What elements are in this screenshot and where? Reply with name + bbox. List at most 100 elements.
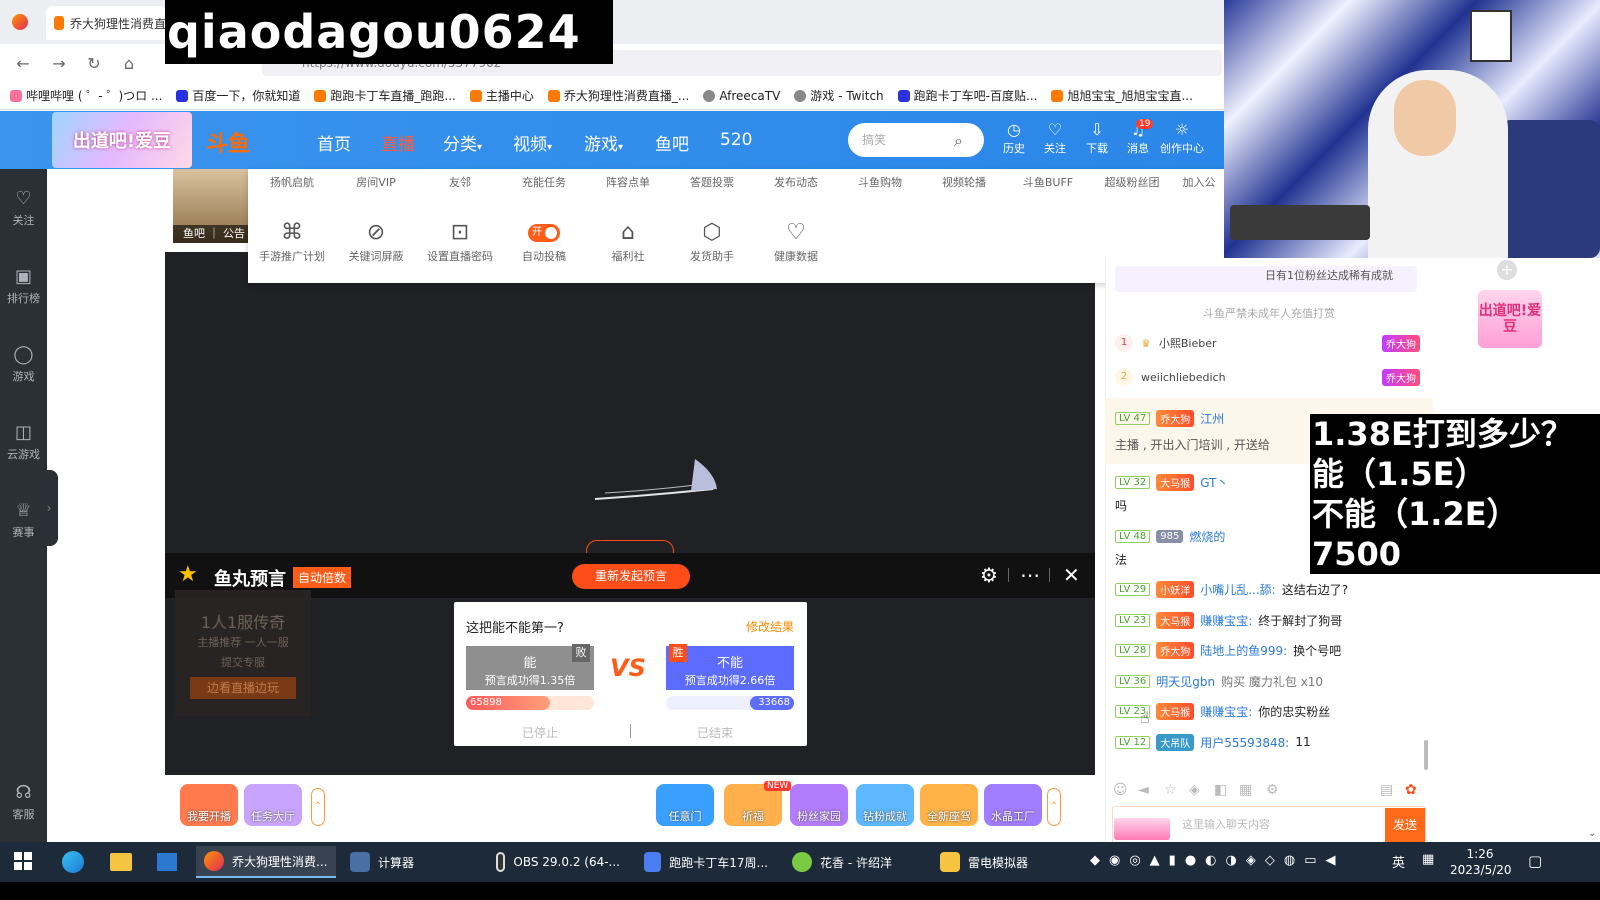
download-button[interactable]: ⇩ 下载 bbox=[1077, 120, 1117, 156]
username[interactable]: 江州 bbox=[1200, 410, 1224, 427]
tool-item[interactable]: 超级粉丝团 bbox=[1090, 174, 1174, 190]
chat-message[interactable]: LV 29 小妖洋 小嘴儿乱...舔: 这结右边了? bbox=[1115, 579, 1435, 599]
username[interactable]: 明天见gbn bbox=[1156, 673, 1215, 690]
any-door-button[interactable]: 任意门 bbox=[656, 784, 714, 826]
sidebar-item-cloud-game[interactable]: ◫ 云游戏 bbox=[0, 422, 47, 462]
back-arrow-icon[interactable]: ← bbox=[12, 52, 34, 74]
tool-mobile-promo[interactable]: ⌘ 手游推广计划 bbox=[250, 218, 334, 264]
tool-welfare[interactable]: ⌂ 福利社 bbox=[586, 218, 670, 264]
search-icon[interactable]: ⌕ bbox=[954, 131, 963, 151]
activity-logo[interactable]: 出道吧!爱豆 bbox=[1478, 290, 1542, 348]
file-explorer-icon[interactable] bbox=[110, 853, 132, 871]
scroll-down-icon[interactable]: ⌄ bbox=[1588, 828, 1596, 839]
header-banner[interactable]: 出道吧!爱豆 bbox=[52, 112, 192, 168]
bookmark-item[interactable]: AfreecaTV bbox=[703, 89, 780, 103]
bookmark-item[interactable]: 哔哩哔哩 ( ゜- ゜)つロ ... bbox=[10, 87, 162, 104]
diamond-achievement-button[interactable]: 钻粉成就 bbox=[856, 784, 914, 826]
home-icon[interactable]: ⌂ bbox=[118, 52, 140, 74]
chat-message[interactable]: LV 23 大马猴 赚赚宝宝: 终于解封了狗哥 bbox=[1115, 610, 1435, 630]
windows-start-icon[interactable] bbox=[14, 852, 32, 870]
username[interactable]: 燃烧的 bbox=[1189, 528, 1225, 545]
nav-category[interactable]: 分类▾ bbox=[443, 130, 482, 155]
edge-icon[interactable] bbox=[62, 851, 84, 873]
start-live-button[interactable]: 我要开播 bbox=[180, 784, 238, 826]
bookmark-item[interactable]: 跑跑卡丁车直播_跑跑... bbox=[314, 87, 456, 104]
fan-badge-selector[interactable] bbox=[1114, 818, 1170, 840]
chat-scrollbar[interactable] bbox=[1424, 740, 1428, 770]
star-icon[interactable]: ☆ bbox=[1164, 782, 1177, 798]
sidebar-expand-button[interactable]: › bbox=[40, 470, 58, 546]
settings-icon[interactable]: ⚙ bbox=[1266, 782, 1279, 798]
chat-message[interactable]: LV 36 明天见gbn 购买 魔力礼包 x10 bbox=[1115, 671, 1435, 691]
crystal-factory-button[interactable]: 水晶工厂 bbox=[984, 784, 1042, 826]
reissue-prediction-button[interactable]: 重新发起预言 bbox=[572, 564, 690, 589]
filter-icon[interactable]: ▤ bbox=[1380, 782, 1393, 798]
fan-home-button[interactable]: 粉丝家园 bbox=[790, 784, 848, 826]
taskbar-firefox[interactable]: 乔大狗理性消费... bbox=[196, 846, 336, 878]
bookmark-item[interactable]: 主播中心 bbox=[469, 87, 534, 104]
taskbar-ldplayer[interactable]: 雷电模拟器 bbox=[932, 846, 1072, 878]
sidebar-item-games[interactable]: ◯ 游戏 bbox=[0, 344, 47, 384]
nav-live[interactable]: 直播 bbox=[381, 130, 415, 155]
auto-upload-toggle[interactable]: 开 bbox=[528, 224, 560, 242]
username[interactable]: 小嘴儿乱...舔: bbox=[1200, 581, 1276, 598]
notification-icon[interactable]: ▢ bbox=[1528, 852, 1542, 870]
username[interactable]: 赚赚宝宝: bbox=[1200, 612, 1252, 629]
nav-video[interactable]: 视频▾ bbox=[513, 130, 552, 155]
sidebar-item-ranking[interactable]: ▣ 排行榜 bbox=[0, 266, 47, 306]
rank-row[interactable]: 1 ♛ 小熙Bieber 乔大狗 bbox=[1115, 331, 1420, 355]
manage-icon[interactable]: ◧ bbox=[1214, 782, 1227, 798]
rank-row[interactable]: 2 weiichliebedich 乔大狗 bbox=[1115, 365, 1420, 389]
bookmark-item[interactable]: 跑跑卡丁车吧-百度贴... bbox=[897, 87, 1037, 104]
new-mount-button[interactable]: 全新座驾 bbox=[920, 784, 978, 826]
bookmark-item[interactable]: 百度一下，你就知道 bbox=[176, 87, 300, 104]
browser-tab-active[interactable]: 乔大狗理性消费直 bbox=[46, 6, 166, 40]
taskbar-clock[interactable]: 1:26 2023/5/20 bbox=[1450, 846, 1512, 878]
tool-item[interactable]: 斗鱼购物 bbox=[838, 174, 922, 190]
bookmark-item[interactable]: 乔大狗理性消费直播_... bbox=[547, 87, 689, 104]
gift-icon[interactable]: ✿ bbox=[1405, 782, 1417, 798]
hot-icon[interactable]: ▦ bbox=[1239, 782, 1252, 798]
taskbar-calculator[interactable]: 计算器 bbox=[342, 846, 482, 878]
history-button[interactable]: ◷ 历史 bbox=[994, 120, 1034, 156]
forward-arrow-icon[interactable]: → bbox=[48, 52, 70, 74]
tool-item[interactable]: 答题投票 bbox=[670, 174, 754, 190]
ad-play-button[interactable]: 边看直播边玩 bbox=[190, 677, 296, 699]
plus-icon[interactable]: + bbox=[1497, 260, 1517, 280]
taskbar-obs[interactable]: OBS 29.0.2 (64-... bbox=[488, 846, 628, 878]
megaphone-icon[interactable]: ◄ bbox=[1138, 782, 1149, 798]
close-icon[interactable]: ✕ bbox=[1063, 563, 1080, 587]
tool-item[interactable]: 房间VIP bbox=[334, 174, 418, 190]
tool-item[interactable]: 加入公 bbox=[1174, 174, 1224, 190]
chat-message[interactable]: LV 12 大吊队 用户55593848: 11 bbox=[1115, 732, 1435, 752]
username[interactable]: 用户55593848: bbox=[1200, 734, 1289, 751]
tool-live-password[interactable]: ⊡ 设置直播密码 bbox=[418, 218, 502, 264]
tool-item[interactable]: 扬帆启航 bbox=[250, 174, 334, 190]
fan-icon[interactable]: ◈ bbox=[1189, 782, 1200, 798]
nav-home[interactable]: 首页 bbox=[317, 130, 351, 155]
task-hall-button[interactable]: 任务大厅 bbox=[244, 784, 302, 826]
app-window-icon[interactable] bbox=[157, 853, 177, 871]
chat-message[interactable]: LV 28 乔大狗 陆地上的鱼999: 换个号吧 bbox=[1115, 640, 1435, 660]
nav-yuba[interactable]: 鱼吧 bbox=[655, 130, 689, 155]
chat-message[interactable]: LV 23 大马猴 赚赚宝宝: 你的忠实粉丝 bbox=[1115, 701, 1435, 721]
ime-indicator[interactable]: 英 bbox=[1392, 852, 1405, 871]
sidebar-item-follow[interactable]: ♡ 关注 bbox=[0, 188, 47, 228]
tool-auto-upload[interactable]: 开自动投稿 bbox=[502, 218, 586, 264]
tool-item[interactable]: 斗鱼BUFF bbox=[1006, 174, 1090, 190]
send-button[interactable]: 发送 bbox=[1385, 808, 1425, 842]
achievement-notice[interactable]: 日有1位粉丝达成稀有成就 bbox=[1115, 266, 1417, 292]
bookmark-item[interactable]: 游戏 - Twitch bbox=[794, 87, 884, 104]
tool-item[interactable]: 发布动态 bbox=[754, 174, 838, 190]
username[interactable]: 陆地上的鱼999: bbox=[1200, 642, 1287, 659]
tool-item[interactable]: 友邻 bbox=[418, 174, 502, 190]
tool-item[interactable]: 充能任务 bbox=[502, 174, 586, 190]
more-icon[interactable]: ⋯ bbox=[1020, 563, 1040, 587]
keyboard-icon[interactable]: ▦ bbox=[1422, 852, 1434, 867]
creator-center-button[interactable]: ☼ 创作中心 bbox=[1158, 120, 1206, 156]
search-input[interactable]: 搞笑 bbox=[848, 123, 984, 157]
taskbar-kartrider[interactable]: 跑跑卡丁车17周... bbox=[636, 846, 776, 878]
taskbar-music[interactable]: 花香 - 许绍洋 bbox=[784, 846, 924, 878]
tool-item[interactable]: 视频轮播 bbox=[922, 174, 1006, 190]
emoji-icon[interactable]: ☺ bbox=[1113, 782, 1128, 798]
